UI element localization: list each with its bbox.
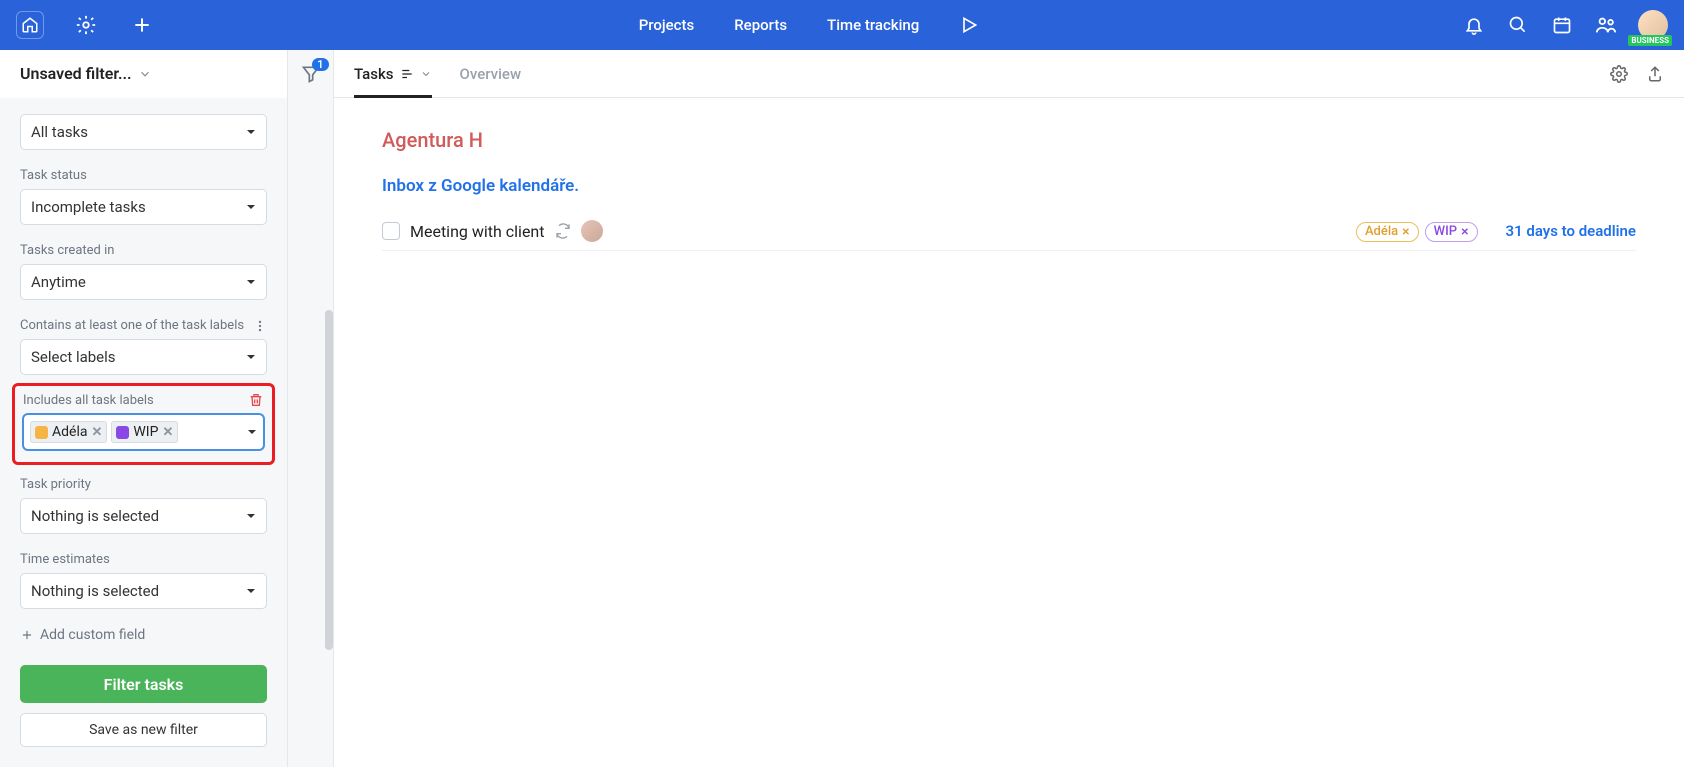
caret-down-icon xyxy=(246,352,256,362)
caret-down-icon xyxy=(246,277,256,287)
task-label-pill[interactable]: Adéla× xyxy=(1356,222,1419,242)
created-value: Anytime xyxy=(31,273,86,291)
estimates-value: Nothing is selected xyxy=(31,582,159,600)
status-value: Incomplete tasks xyxy=(31,198,146,216)
topbar: Projects Reports Time tracking BUSINESS xyxy=(0,0,1684,50)
task-name: Meeting with client xyxy=(410,222,545,241)
workspace: Unsaved filter... All tasks Task status … xyxy=(0,50,1684,767)
chip-remove-icon[interactable]: ✕ xyxy=(91,425,102,440)
status-select[interactable]: Incomplete tasks xyxy=(20,189,267,225)
chevron-down-icon xyxy=(138,67,152,81)
task-checkbox[interactable] xyxy=(382,222,400,240)
includes-highlight: Includes all task labels Adéla✕WIP✕ xyxy=(12,383,275,465)
main: Tasks Overview Agentura H Inbox z Google… xyxy=(334,50,1684,767)
tab-overview-label: Overview xyxy=(460,65,522,83)
task-label-pill[interactable]: WIP× xyxy=(1425,222,1478,242)
nav-projects[interactable]: Projects xyxy=(639,16,695,34)
task-row[interactable]: Meeting with client Adéla× WIP× 31 days t… xyxy=(382,212,1636,251)
tab-tasks[interactable]: Tasks xyxy=(354,50,432,97)
label-chip: Adéla✕ xyxy=(30,421,107,443)
contains-label: Contains at least one of the task labels xyxy=(20,318,244,333)
share-icon[interactable] xyxy=(1646,65,1664,83)
plus-icon xyxy=(20,628,34,642)
includes-label: Includes all task labels xyxy=(23,393,154,408)
contains-value: Select labels xyxy=(31,348,116,366)
filter-title-row[interactable]: Unsaved filter... xyxy=(0,50,287,98)
plan-badge: BUSINESS xyxy=(1628,35,1672,46)
pill-remove-icon[interactable]: × xyxy=(1461,224,1468,240)
topbar-left xyxy=(16,11,156,39)
bell-icon[interactable] xyxy=(1462,13,1486,37)
scope-value: All tasks xyxy=(31,123,88,141)
more-icon[interactable] xyxy=(253,319,267,333)
funnel-icon[interactable]: 1 xyxy=(301,64,321,767)
topbar-right: BUSINESS xyxy=(1462,10,1668,40)
people-icon[interactable] xyxy=(1594,13,1618,37)
topbar-nav: Projects Reports Time tracking xyxy=(156,15,1462,35)
filter-button[interactable]: Filter tasks xyxy=(20,665,267,703)
filter-title: Unsaved filter... xyxy=(20,64,132,83)
caret-down-icon xyxy=(246,586,256,596)
pill-remove-icon[interactable]: × xyxy=(1402,224,1409,240)
add-custom-field[interactable]: Add custom field xyxy=(20,627,267,643)
calendar-icon[interactable] xyxy=(1550,13,1574,37)
add-custom-label: Add custom field xyxy=(40,627,145,643)
funnel-badge: 1 xyxy=(312,58,328,71)
caret-down-icon xyxy=(247,427,257,437)
scope-select[interactable]: All tasks xyxy=(20,114,267,150)
play-icon[interactable] xyxy=(959,15,979,35)
estimates-label: Time estimates xyxy=(20,552,267,567)
nav-reports[interactable]: Reports xyxy=(734,16,787,34)
estimates-select[interactable]: Nothing is selected xyxy=(20,573,267,609)
save-filter-button[interactable]: Save as new filter xyxy=(20,713,267,747)
recurring-icon xyxy=(555,223,571,239)
created-select[interactable]: Anytime xyxy=(20,264,267,300)
gear-icon[interactable] xyxy=(72,11,100,39)
includes-select[interactable]: Adéla✕WIP✕ xyxy=(23,414,264,450)
chip-remove-icon[interactable]: ✕ xyxy=(162,425,173,440)
priority-label: Task priority xyxy=(20,477,267,492)
user-avatar[interactable]: BUSINESS xyxy=(1638,10,1668,40)
section-title[interactable]: Inbox z Google kalendáře. xyxy=(382,176,579,196)
priority-value: Nothing is selected xyxy=(31,507,159,525)
filter-actions: Filter tasks Save as new filter xyxy=(0,651,287,767)
caret-down-icon xyxy=(246,511,256,521)
project-title[interactable]: Agentura H xyxy=(382,128,1636,152)
filter-panel: All tasks Task status Incomplete tasks T… xyxy=(0,98,287,651)
created-label: Tasks created in xyxy=(20,243,267,258)
priority-select[interactable]: Nothing is selected xyxy=(20,498,267,534)
chevron-down-icon xyxy=(420,68,432,80)
scrollbar[interactable] xyxy=(325,310,333,650)
trash-icon[interactable] xyxy=(248,392,264,408)
nav-timetracking[interactable]: Time tracking xyxy=(827,16,919,34)
caret-down-icon xyxy=(246,202,256,212)
list-icon xyxy=(400,67,414,81)
plus-icon[interactable] xyxy=(128,11,156,39)
home-icon[interactable] xyxy=(16,11,44,39)
search-icon[interactable] xyxy=(1506,13,1530,37)
funnel-column: 1 xyxy=(288,50,334,767)
sidebar: Unsaved filter... All tasks Task status … xyxy=(0,50,288,767)
assignee-avatar[interactable] xyxy=(581,220,603,242)
tabs-bar: Tasks Overview xyxy=(334,50,1684,98)
caret-down-icon xyxy=(246,127,256,137)
contains-select[interactable]: Select labels xyxy=(20,339,267,375)
tab-overview[interactable]: Overview xyxy=(460,50,522,97)
status-label: Task status xyxy=(20,168,267,183)
deadline-text: 31 days to deadline xyxy=(1506,222,1636,240)
tab-tasks-label: Tasks xyxy=(354,65,394,83)
settings-icon[interactable] xyxy=(1610,65,1628,83)
content: Agentura H Inbox z Google kalendáře. Mee… xyxy=(334,98,1684,281)
label-chip: WIP✕ xyxy=(111,421,178,443)
